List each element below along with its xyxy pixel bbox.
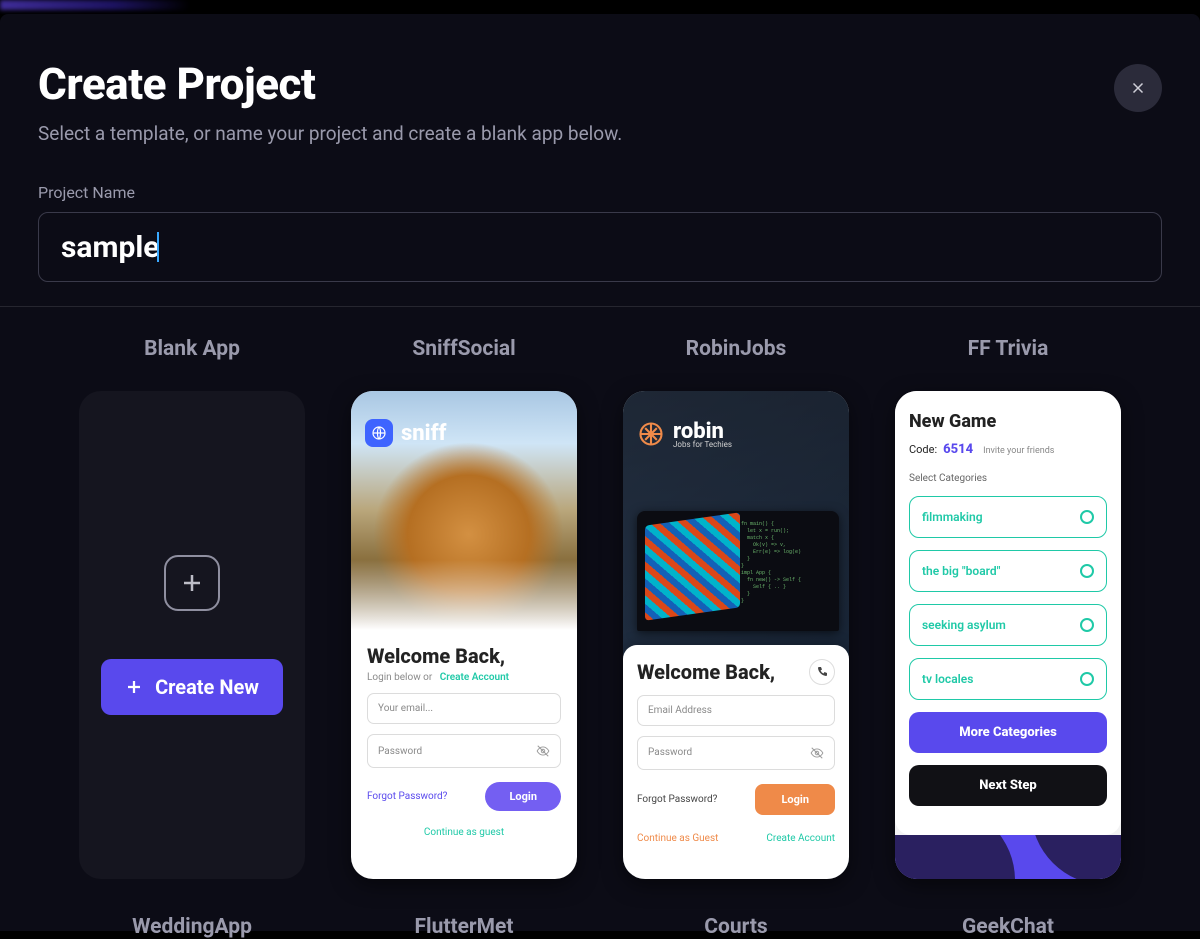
radio-unchecked-icon (1080, 510, 1094, 524)
eye-off-icon (536, 744, 550, 758)
project-name-value: sample (61, 230, 159, 265)
trivia-category-0[interactable]: filmmaking (909, 496, 1107, 538)
create-new-button[interactable]: Create New (101, 659, 283, 715)
robin-email-input[interactable]: Email Address (637, 695, 835, 726)
sniff-logo-badge (365, 419, 393, 447)
trivia-category-label: filmmaking (922, 510, 983, 524)
modal-title: Create Project (38, 58, 1162, 110)
template-title-fluttermet: FlutterMet (415, 915, 514, 939)
trivia-category-2[interactable]: seeking asylum (909, 604, 1107, 646)
sniff-welcome-title: Welcome Back, (367, 644, 561, 668)
sniff-login-body: Welcome Back, Login below or Create Acco… (351, 630, 577, 848)
trivia-invite-link[interactable]: Invite your friends (983, 446, 1054, 456)
top-accent-bar (0, 0, 190, 10)
plus-icon (180, 571, 204, 595)
modal-subtitle: Select a template, or name your project … (38, 122, 1162, 145)
robin-welcome-title: Welcome Back, (637, 660, 775, 684)
template-title-trivia: FF Trivia (968, 337, 1049, 361)
template-grid: Blank App Create New WeddingApp SniffSoc… (38, 307, 1162, 939)
globe-icon (371, 425, 387, 441)
trivia-content: New Game Code: 6514 Invite your friends … (895, 391, 1121, 835)
sniff-hero: sniff (351, 391, 577, 630)
project-name-label: Project Name (38, 183, 1162, 202)
robin-email-placeholder: Email Address (648, 705, 712, 716)
robin-guest-link[interactable]: Continue as Guest (637, 833, 718, 844)
trivia-more-categories-button[interactable]: More Categories (909, 712, 1107, 753)
sniff-email-input[interactable]: Your email... (367, 693, 561, 724)
sniff-email-placeholder: Your email... (378, 703, 433, 714)
phone-icon (816, 666, 828, 678)
template-title-geekchat: GeekChat (962, 915, 1054, 939)
sniff-logo-text: sniff (401, 421, 446, 446)
robin-password-placeholder: Password (648, 747, 692, 758)
template-card-sniff[interactable]: sniff Welcome Back, Login below or Creat… (351, 391, 577, 879)
robin-footer-links: Continue as Guest Create Account (637, 833, 835, 844)
template-title-sniff: SniffSocial (412, 337, 515, 361)
trivia-code-row: Code: 6514 Invite your friends (909, 442, 1107, 457)
robin-password-input[interactable]: Password (637, 736, 835, 770)
robin-login-button[interactable]: Login (755, 784, 835, 815)
robin-phone-button[interactable] (809, 659, 835, 685)
sniff-login-button[interactable]: Login (485, 782, 561, 811)
robin-monitor-art (645, 512, 740, 620)
trivia-code-value: 6514 (943, 442, 973, 457)
sniff-guest-link[interactable]: Continue as guest (367, 827, 561, 838)
trivia-category-label: the big "board" (922, 564, 1000, 578)
robin-login-sheet: Welcome Back, Email Address Password (623, 645, 849, 879)
trivia-select-label: Select Categories (909, 473, 1107, 484)
robin-monitor: fn main() { let x = run(); match x { Ok(… (637, 511, 839, 631)
radio-unchecked-icon (1080, 672, 1094, 686)
create-new-label: Create New (155, 675, 259, 699)
trivia-category-label: tv locales (922, 672, 973, 686)
trivia-next-step-button[interactable]: Next Step (909, 765, 1107, 806)
sniff-login-sub: Login below or Create Account (367, 672, 561, 683)
create-project-modal: Create Project Select a template, or nam… (0, 14, 1200, 931)
template-card-trivia[interactable]: New Game Code: 6514 Invite your friends … (895, 391, 1121, 879)
sniff-hero-fade (351, 560, 577, 630)
sniff-password-placeholder: Password (378, 746, 422, 757)
robin-login-row: Forgot Password? Login (637, 784, 835, 815)
sniff-login-row: Forgot Password? Login (367, 782, 561, 811)
sniff-forgot-password-link[interactable]: Forgot Password? (367, 791, 447, 802)
sniff-create-account-link[interactable]: Create Account (440, 672, 509, 683)
trivia-category-3[interactable]: tv locales (909, 658, 1107, 700)
robin-forgot-password-link[interactable]: Forgot Password? (637, 794, 717, 805)
trivia-category-1[interactable]: the big "board" (909, 550, 1107, 592)
template-title-courts: Courts (704, 915, 767, 939)
close-button[interactable] (1114, 64, 1162, 112)
robin-logo-badge (637, 420, 665, 448)
trivia-category-label: seeking asylum (922, 618, 1006, 632)
robin-monitor-code: fn main() { let x = run(); match x { Ok(… (741, 521, 833, 605)
template-title-wedding: WeddingApp (132, 915, 252, 939)
template-title-robin: RobinJobs (686, 337, 787, 361)
plus-icon (125, 678, 143, 696)
network-icon (637, 420, 665, 448)
text-cursor (157, 232, 159, 262)
robin-logo-sub: Jobs for Techies (673, 440, 732, 449)
sniff-logo-row: sniff (365, 419, 446, 447)
template-title-blank: Blank App (144, 337, 240, 361)
plus-box (164, 555, 220, 611)
trivia-wave-footer (895, 835, 1121, 879)
project-name-input-wrap[interactable]: sample (38, 212, 1162, 282)
sniff-login-sub-prefix: Login below or (367, 672, 432, 683)
radio-unchecked-icon (1080, 564, 1094, 578)
robin-logo-row: robin Jobs for Techies (637, 419, 732, 449)
trivia-code-label: Code: (909, 443, 937, 456)
radio-unchecked-icon (1080, 618, 1094, 632)
blank-app-card[interactable]: Create New (79, 391, 305, 879)
sniff-password-input[interactable]: Password (367, 734, 561, 768)
eye-off-icon (810, 746, 824, 760)
template-card-robin[interactable]: robin Jobs for Techies fn main() { let x… (623, 391, 849, 879)
close-icon (1129, 79, 1147, 97)
robin-create-account-link[interactable]: Create Account (766, 833, 835, 844)
trivia-heading: New Game (909, 411, 1107, 432)
